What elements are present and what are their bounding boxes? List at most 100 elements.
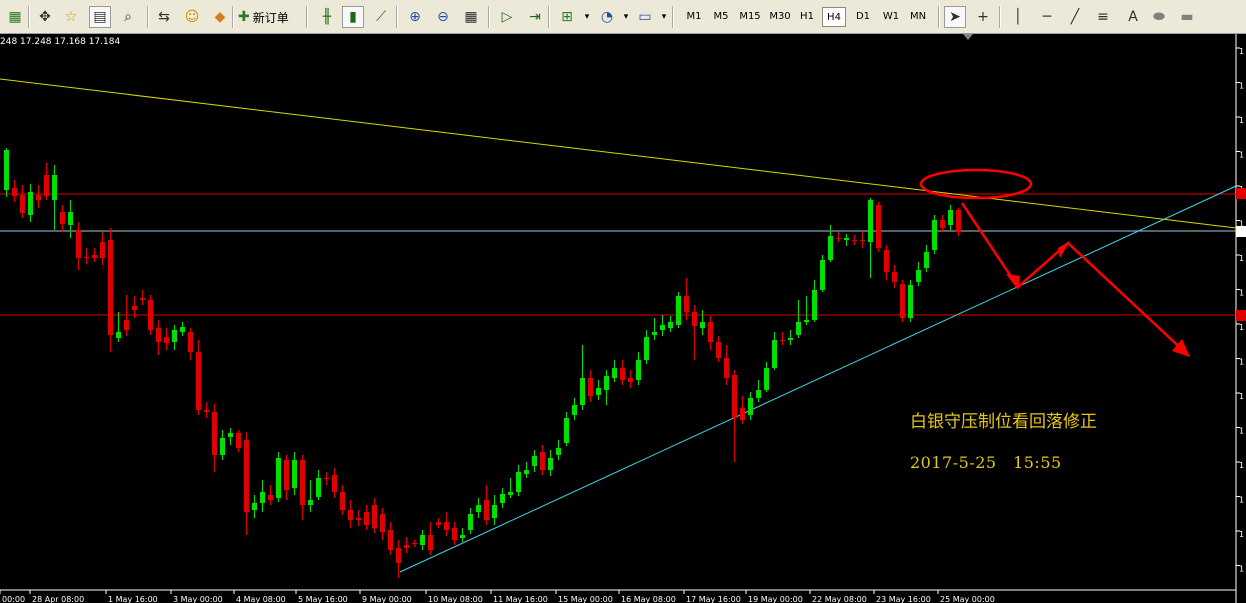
autotrading-button[interactable]: ◆ [209,6,231,28]
bear-candle [108,240,113,335]
text-button[interactable]: A [1122,6,1144,28]
autoscroll-button[interactable]: ▷ [496,6,518,28]
text-icon: A [1128,9,1138,25]
indicators-icon: ⊞ [561,9,573,25]
price-tick-label: 1 [1239,47,1244,56]
bear-candle [684,296,689,312]
fibonacci-button[interactable]: ≡ [1092,6,1114,28]
ellipse-button[interactable]: ⬬ [1148,6,1170,28]
indicators-button[interactable]: ⊞ [556,6,578,28]
bull-candle [28,192,33,215]
timeframe-h4[interactable]: H4 [822,7,846,27]
bull-candle [700,322,705,328]
fibonacci-icon: ≡ [1097,9,1109,25]
bull-candle [916,270,921,282]
bull-candle [756,390,761,398]
bear-candle [692,312,697,326]
time-tick-label: 4 May 08:00 [236,595,286,603]
candlestick-icon: ▮ [349,9,357,25]
bull-candle [580,378,585,405]
bear-candle [780,340,785,341]
time-tick-label: 11 May 16:00 [493,595,548,603]
bar-chart-button[interactable]: ╫ [316,6,338,28]
price-tick-label: 1 [1239,565,1244,574]
navigator-button[interactable]: ▤ [89,6,111,28]
zoom-in-button[interactable]: ⊕ [404,6,426,28]
market-watch-icon: ⇆ [158,9,170,25]
line-chart-button[interactable]: ⟋ [370,6,392,28]
horizontal-line-button[interactable]: ─ [1036,6,1058,28]
cursor-button[interactable]: ➤ [944,6,966,28]
bear-candle [876,205,881,248]
autotrading-icon: ◆ [214,9,226,25]
price-tick-label: 1 [1239,289,1244,298]
bear-candle [732,375,737,418]
timeframe-w1[interactable]: W1 [880,7,902,27]
new-order-button[interactable]: ✚ 新订单 [238,6,289,28]
bull-candle [788,338,793,340]
bull-candle [548,458,553,470]
chart-shift-button[interactable]: ⇥ [524,6,546,28]
tile-windows-button[interactable]: ▦ [460,6,482,28]
timeframe-m15[interactable]: M15 [737,7,763,27]
rectangle-button[interactable]: ▬ [1176,6,1198,28]
chart-canvas[interactable]: 111111111111111100:0028 Apr 08:001 May 1… [0,34,1246,603]
new-chart-button[interactable]: ▦ [4,6,26,28]
bull-candle [660,325,665,330]
current-price-tag [1236,226,1246,237]
trendline-button[interactable]: ╱ [1064,6,1086,28]
periods-button[interactable]: ◔ [596,6,618,28]
bull-candle [460,535,465,538]
bear-candle [36,195,41,200]
timeframe-h1[interactable]: H1 [797,7,817,27]
favorites-button[interactable]: ☆ [60,6,82,28]
crosshair-cursor-icon: + [977,9,989,25]
time-tick-label: 9 May 00:00 [362,595,412,603]
new-order-label: 新订单 [252,10,289,25]
tester-icon: ⌕ [124,9,132,25]
templates-button[interactable]: ▭ [634,6,656,28]
bear-candle [852,240,857,241]
toolbar-separator [672,6,674,28]
price-chart[interactable]: 111111111111111100:0028 Apr 08:001 May 1… [0,34,1246,603]
crosshair-cursor-button[interactable]: + [972,6,994,28]
bull-candle [868,200,873,242]
bear-candle [364,512,369,525]
bull-candle [524,470,529,474]
bear-candle [196,352,201,410]
resistance-level-tag [1236,188,1246,199]
timeframe-d1[interactable]: D1 [852,7,874,27]
timeframe-m1[interactable]: M1 [682,7,706,27]
crosshair-button[interactable]: ✥ [34,6,56,28]
dropdown-caret-icon[interactable]: ▾ [660,6,668,28]
bear-candle [84,257,89,258]
bull-candle [820,260,825,290]
price-tick-label: 1 [1239,427,1244,436]
bear-candle [836,238,841,239]
timeframe-mn[interactable]: MN [906,7,930,27]
zoom-out-button[interactable]: ⊖ [432,6,454,28]
timeframe-m5[interactable]: M5 [710,7,732,27]
bear-candle [452,528,457,540]
tester-button[interactable]: ⌕ [117,6,139,28]
experts-button[interactable]: ☺ [181,6,203,28]
market-watch-button[interactable]: ⇆ [153,6,175,28]
bear-candle [436,522,441,525]
bear-candle [588,378,593,396]
dropdown-caret-icon[interactable]: ▾ [583,6,591,28]
bear-candle [204,410,209,412]
tile-windows-icon: ▦ [464,9,478,25]
bull-candle [252,503,257,510]
bear-candle [540,452,545,470]
bear-candle [884,250,889,272]
bull-candle [420,535,425,545]
bull-candle [4,150,9,190]
bull-candle [596,388,601,395]
dropdown-caret-icon[interactable]: ▾ [622,6,630,28]
toolbar: ▦ ✥ ☆ ▤ ⌕ ⇆ ☺ ◆ ╫ ▮ ⟋ ⊕ ⊖ ▦ ▷ ⇥ ⊞ ◔ ▭ ➤ + │ ─ ╱ ≡ A ⬬ ▬ ✚ 新订单 ▾ ▾ ▾ M1 M5 M… [0,0,1246,34]
vertical-line-button[interactable]: │ [1007,6,1029,28]
support-level-tag [1236,310,1246,321]
timeframe-m30[interactable]: M30 [767,7,793,27]
bear-candle [380,514,385,532]
candlestick-button[interactable]: ▮ [342,6,364,28]
